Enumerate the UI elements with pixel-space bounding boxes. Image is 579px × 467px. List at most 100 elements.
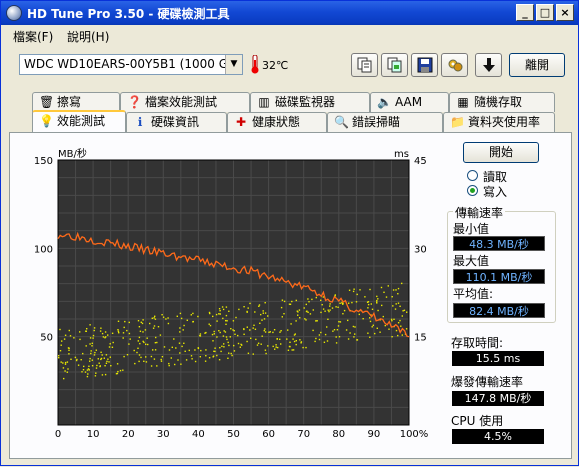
access-point — [139, 330, 142, 332]
access-point — [89, 343, 91, 345]
access-point — [64, 361, 67, 364]
access-point — [311, 298, 313, 301]
access-point — [256, 344, 259, 346]
access-point — [192, 321, 194, 323]
access-point — [234, 333, 236, 335]
access-point — [179, 327, 181, 329]
access-point — [199, 335, 202, 337]
access-point — [342, 303, 344, 305]
access-point — [327, 309, 329, 311]
access-point — [160, 358, 162, 361]
access-point — [335, 306, 337, 308]
access-point — [392, 305, 394, 307]
access-point — [299, 317, 301, 319]
cpu-usage-label: CPU 使用 — [451, 414, 504, 428]
access-point — [58, 357, 60, 359]
access-point — [60, 344, 62, 346]
access-point — [91, 345, 93, 347]
access-point — [70, 358, 72, 360]
access-point — [118, 332, 120, 334]
access-point — [353, 336, 355, 338]
access-point — [58, 355, 60, 357]
access-point — [89, 360, 91, 362]
access-point — [295, 299, 297, 302]
write-radio-dot[interactable] — [467, 185, 478, 196]
access-point — [176, 315, 178, 317]
access-point — [136, 351, 138, 354]
access-point — [230, 352, 232, 355]
access-point — [329, 303, 331, 305]
access-point — [204, 360, 207, 362]
access-time-value: 15.5 ms — [452, 351, 544, 366]
access-point — [293, 340, 296, 343]
access-point — [401, 282, 403, 285]
access-point — [141, 322, 144, 325]
access-point — [145, 361, 148, 363]
access-point — [63, 377, 65, 380]
access-point — [112, 341, 114, 344]
access-point — [69, 335, 72, 337]
access-point — [179, 312, 182, 315]
access-point — [101, 354, 103, 356]
access-point — [304, 318, 306, 320]
access-point — [208, 357, 211, 359]
access-point — [316, 320, 318, 322]
access-point — [213, 333, 215, 335]
access-point — [232, 320, 235, 322]
access-point — [264, 331, 267, 333]
access-point — [219, 313, 221, 315]
access-point — [354, 333, 356, 335]
access-point — [280, 343, 282, 345]
access-point — [369, 320, 372, 323]
access-point — [250, 337, 252, 339]
access-point — [117, 320, 120, 322]
access-point — [137, 347, 139, 349]
access-point — [59, 328, 61, 331]
access-point — [405, 328, 408, 330]
access-point — [175, 347, 177, 349]
access-point — [161, 314, 163, 316]
access-point — [179, 331, 181, 333]
access-point — [221, 345, 223, 347]
access-point — [64, 363, 67, 365]
access-point — [200, 349, 202, 352]
access-point — [68, 329, 70, 332]
read-radio-dot[interactable] — [467, 170, 478, 181]
access-point — [63, 338, 66, 340]
access-point — [312, 309, 314, 311]
read-radio[interactable]: 讀取 — [467, 168, 547, 184]
access-point — [288, 303, 291, 305]
access-point — [238, 308, 240, 311]
min-value: 48.3 MB/秒 — [453, 236, 545, 251]
access-point — [208, 311, 211, 314]
start-button[interactable]: 開始 — [463, 142, 539, 163]
access-point — [305, 310, 308, 313]
write-radio[interactable]: 寫入 — [467, 183, 547, 199]
access-point — [117, 330, 120, 332]
access-point — [369, 317, 371, 319]
access-point — [142, 340, 144, 343]
access-point — [100, 351, 102, 353]
access-point — [110, 365, 112, 367]
access-point — [338, 321, 340, 323]
access-point — [342, 313, 344, 315]
access-point — [222, 335, 225, 337]
access-point — [161, 356, 164, 358]
access-point — [87, 373, 89, 375]
access-point — [218, 359, 221, 361]
access-point — [155, 336, 157, 339]
access-point — [296, 310, 298, 312]
access-point — [61, 340, 63, 342]
access-point — [199, 333, 202, 335]
x-tick-label: 40 — [192, 429, 205, 440]
access-point — [89, 357, 91, 360]
access-point — [231, 354, 233, 357]
access-point — [243, 306, 245, 308]
cpu-usage-value: 4.5% — [452, 429, 544, 444]
access-point — [246, 340, 248, 343]
access-point — [347, 338, 350, 340]
access-point — [291, 349, 293, 351]
access-point — [154, 315, 156, 317]
access-point — [309, 313, 312, 315]
access-point — [287, 349, 290, 351]
